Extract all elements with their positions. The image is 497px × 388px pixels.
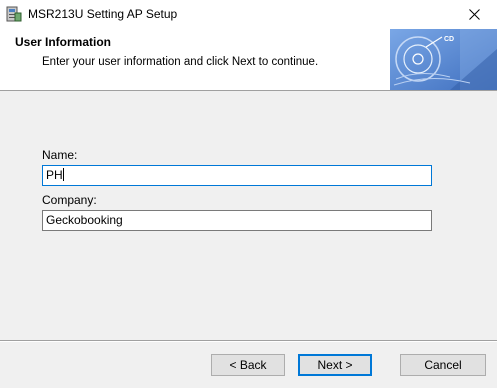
cd-disc-banner: CD xyxy=(390,29,497,90)
title-bar[interactable]: MSR213U Setting AP Setup xyxy=(0,0,497,29)
header-panel: User Information Enter your user informa… xyxy=(0,29,497,91)
back-button[interactable]: < Back xyxy=(211,354,285,376)
footer-divider-highlight xyxy=(0,341,497,342)
page-subtitle: Enter your user information and click Ne… xyxy=(42,56,319,68)
installer-icon xyxy=(6,6,22,22)
cancel-button[interactable]: Cancel xyxy=(400,354,486,376)
window-title: MSR213U Setting AP Setup xyxy=(28,7,178,21)
company-field[interactable]: Geckobooking xyxy=(42,210,432,231)
name-label: Name: xyxy=(42,148,78,162)
name-value: PH xyxy=(46,168,63,182)
banner-cd-text: CD xyxy=(444,36,454,43)
text-caret xyxy=(62,168,64,181)
company-value: Geckobooking xyxy=(46,213,123,227)
next-button[interactable]: Next > xyxy=(298,354,372,376)
page-title: User Information xyxy=(15,35,112,49)
company-label: Company: xyxy=(42,193,97,207)
name-field[interactable]: PH xyxy=(42,165,432,186)
close-button[interactable] xyxy=(451,0,497,29)
close-icon xyxy=(468,9,480,20)
